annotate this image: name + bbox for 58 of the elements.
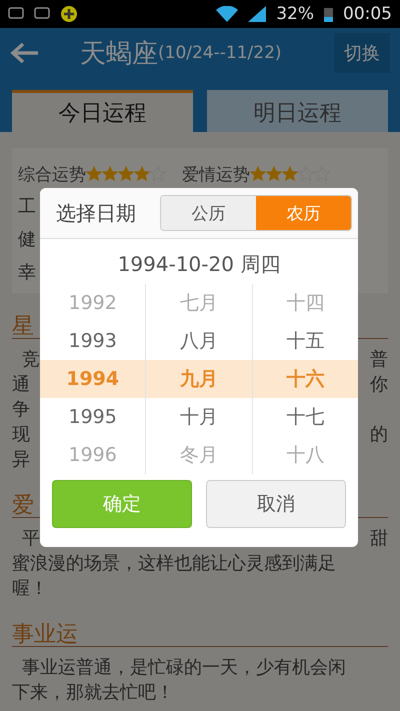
rating-label: 综合运势 [18,164,86,186]
date-range: (10/24--11/22) [158,43,282,63]
wheel-item[interactable]: 1996 [40,436,146,474]
star-icon [118,166,134,182]
wheel-item[interactable]: 九月 [146,360,252,398]
calendar-tab[interactable]: 农历 [256,196,351,230]
body-text: 你 [370,373,388,397]
star-icon [266,166,282,182]
body-text: 异 [12,448,30,472]
body-text: 普 [370,348,388,372]
body-text: 健 [18,228,36,252]
selected-date: 1994-10-20 周四 [116,251,282,278]
star-icon [250,166,266,182]
wheel-item[interactable]: 1995 [40,398,146,436]
star-icon [102,166,118,182]
body-text: 蜜浪漫的场景，这样也能让心灵感到满足 [12,552,336,576]
body-text: 通 [12,373,30,397]
body-text: 工 [18,195,36,219]
wheel-item[interactable]: 十八 [252,436,358,474]
page-title: 天蝎座 [80,38,158,70]
body-text: 幸 [18,261,36,285]
signal-icon [248,6,266,22]
message-icon [34,7,50,21]
confirm-button[interactable]: 确定 [52,480,192,528]
star-icon [150,166,166,182]
tab[interactable]: 今日运程 [12,90,193,132]
star-icon [86,166,102,182]
message-icon [8,7,24,21]
body-text: 争 [12,398,30,422]
body-text: 的 [370,423,388,447]
body-text: 喔！ [12,577,48,601]
plus-icon [60,5,78,23]
body-text: 现 [12,423,30,447]
switch-button[interactable]: 切换 [334,33,390,73]
star-icon [282,166,298,182]
wifi-icon [216,6,238,22]
rating-label: 爱情运势 [182,164,250,186]
wheel-item[interactable]: 十月 [146,398,252,436]
body-text: 平 [22,527,40,551]
tab[interactable]: 明日运程 [207,90,388,132]
back-arrow-icon[interactable] [10,42,40,64]
clock: 00:05 [343,4,392,24]
section-heading: 事业运 [12,615,388,647]
wheel-item[interactable]: 十六 [252,360,358,398]
wheel-item[interactable]: 1994 [40,360,146,398]
wheel-item[interactable]: 十七 [252,398,358,436]
star-icon [298,166,314,182]
cancel-button[interactable]: 取消 [206,480,346,528]
star-icon [134,166,150,182]
dialog-title: 选择日期 [56,200,137,226]
wheel-item[interactable]: 冬月 [146,436,252,474]
body-text: 下来，那就去忙吧！ [12,681,174,705]
battery-percent: 32% [276,4,314,24]
body-text: 竞 [22,348,40,372]
body-text: 事业运普通，是忙碌的一天，少有机会闲 [22,656,346,680]
battery-icon [324,6,333,22]
body-text: 甜 [370,527,388,551]
calendar-tab[interactable]: 公历 [161,196,256,230]
